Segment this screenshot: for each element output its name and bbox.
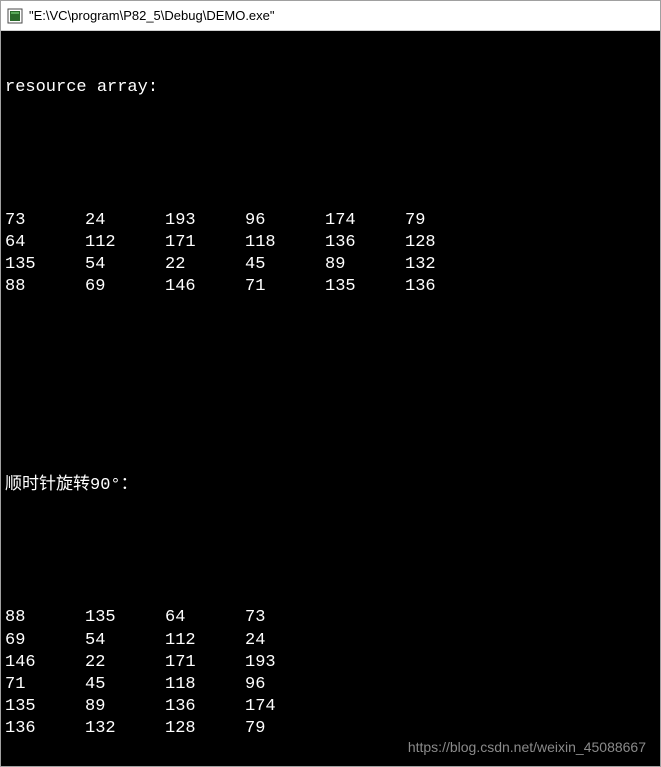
table-row: 13613212879 <box>5 718 656 740</box>
table-cell: 71 <box>5 674 85 696</box>
window-title: "E:\VC\program\P82_5\Debug\DEMO.exe" <box>29 8 275 23</box>
table-cell: 88 <box>5 276 85 298</box>
table-cell: 128 <box>405 232 485 254</box>
blank-line <box>5 342 656 364</box>
table-cell: 69 <box>85 276 165 298</box>
window: "E:\VC\program\P82_5\Debug\DEMO.exe" res… <box>0 0 661 767</box>
section-header: 顺时针旋转90°： <box>5 475 656 497</box>
table-cell: 79 <box>245 718 325 740</box>
table-row: 14622171193 <box>5 652 656 674</box>
table-cell: 112 <box>85 232 165 254</box>
table-cell: 135 <box>85 607 165 629</box>
table-cell: 54 <box>85 630 165 652</box>
table-cell: 96 <box>245 210 325 232</box>
table-resource-array: 7324193961747964112171118136128135542245… <box>5 210 656 298</box>
table-cell: 96 <box>245 674 325 696</box>
table-cell: 135 <box>325 276 405 298</box>
table-cell: 22 <box>85 652 165 674</box>
table-cell: 89 <box>325 254 405 276</box>
table-cell: 171 <box>165 232 245 254</box>
blank-line <box>5 541 656 563</box>
table-cell: 146 <box>5 652 85 674</box>
table-row: 881356473 <box>5 607 656 629</box>
table-cell: 118 <box>165 674 245 696</box>
table-cell: 132 <box>85 718 165 740</box>
table-cell: 88 <box>5 607 85 629</box>
table-cell: 24 <box>245 630 325 652</box>
titlebar: "E:\VC\program\P82_5\Debug\DEMO.exe" <box>1 1 660 31</box>
table-cell: 89 <box>85 696 165 718</box>
watermark: https://blog.csdn.net/weixin_45088667 <box>408 738 646 756</box>
table-cell: 146 <box>165 276 245 298</box>
table-cell: 136 <box>5 718 85 740</box>
table-cell: 174 <box>245 696 325 718</box>
table-row: 695411224 <box>5 630 656 652</box>
table-cell: 112 <box>165 630 245 652</box>
table-cell: 171 <box>165 652 245 674</box>
table-cell: 73 <box>5 210 85 232</box>
table-cell: 24 <box>85 210 165 232</box>
table-cell: 132 <box>405 254 485 276</box>
table-cell: 136 <box>325 232 405 254</box>
section-header: resource array: <box>5 77 656 99</box>
table-row: 886914671135136 <box>5 276 656 298</box>
table-cell: 73 <box>245 607 325 629</box>
table-cell: 135 <box>5 254 85 276</box>
table-cell: 174 <box>325 210 405 232</box>
blank-line <box>5 143 656 165</box>
blank-line <box>5 409 656 431</box>
table-cell: 136 <box>405 276 485 298</box>
table-row: 73241939617479 <box>5 210 656 232</box>
table-row: 13554224589132 <box>5 254 656 276</box>
table-cell: 22 <box>165 254 245 276</box>
table-cell: 45 <box>85 674 165 696</box>
table-cell: 79 <box>405 210 485 232</box>
table-cell: 135 <box>5 696 85 718</box>
table-cell: 64 <box>5 232 85 254</box>
table-row: 714511896 <box>5 674 656 696</box>
table-rotate-90: 8813564736954112241462217119371451189613… <box>5 607 656 740</box>
table-row: 13589136174 <box>5 696 656 718</box>
table-cell: 136 <box>165 696 245 718</box>
app-icon <box>7 8 23 24</box>
table-cell: 64 <box>165 607 245 629</box>
table-cell: 193 <box>245 652 325 674</box>
table-cell: 71 <box>245 276 325 298</box>
table-cell: 54 <box>85 254 165 276</box>
console-output: resource array: 732419396174796411217111… <box>1 31 660 766</box>
table-cell: 128 <box>165 718 245 740</box>
table-cell: 118 <box>245 232 325 254</box>
table-row: 64112171118136128 <box>5 232 656 254</box>
table-cell: 45 <box>245 254 325 276</box>
table-cell: 193 <box>165 210 245 232</box>
table-cell: 69 <box>5 630 85 652</box>
